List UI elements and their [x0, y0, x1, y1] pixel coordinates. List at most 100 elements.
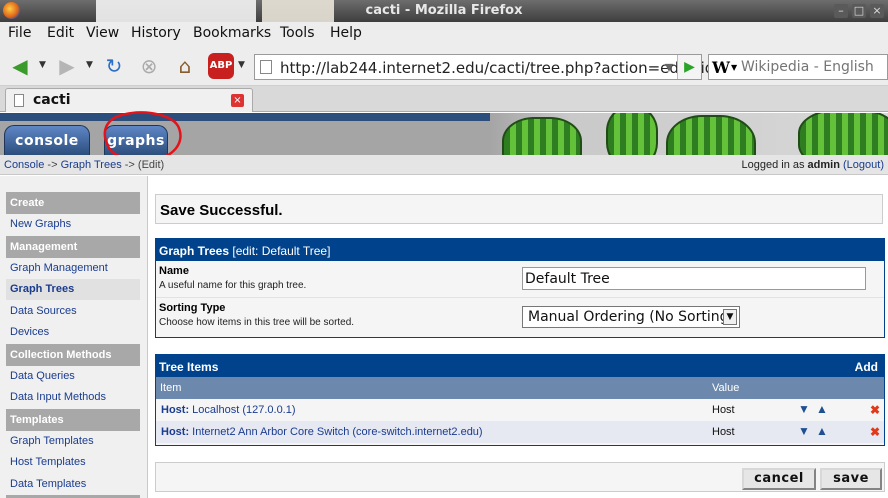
sorting-row: Sorting Type Choose how items in this tr…: [156, 298, 884, 335]
forward-icon[interactable]: ▶: [54, 53, 80, 79]
sidebar-heading: Templates: [6, 408, 140, 431]
form-title: Graph Trees: [159, 244, 230, 258]
sidebar-item-data-templates[interactable]: Data Templates: [6, 474, 140, 495]
menu-view[interactable]: View: [86, 25, 119, 41]
sorting-label: Sorting Type: [159, 302, 226, 314]
tab-cacti[interactable]: cacti ×: [5, 88, 253, 112]
title-bar: cacti - Mozilla Firefox – □ ×: [0, 0, 888, 22]
status-message-box: Save Successful.: [155, 194, 883, 224]
cactus-graphic: [666, 115, 756, 155]
sorting-type-value: Manual Ordering (No Sorting): [528, 309, 734, 325]
move-down-icon[interactable]: ▼: [798, 425, 810, 437]
breadcrumb-separator: ->: [44, 159, 61, 171]
sidebar-heading: Create: [6, 192, 140, 214]
cacti-header: console graphs: [0, 113, 888, 155]
adblock-icon[interactable]: ABP: [208, 53, 234, 79]
tree-item-link[interactable]: Host: Internet2 Ann Arbor Core Switch (c…: [161, 426, 483, 438]
tree-item-value: Host: [712, 404, 735, 416]
sidebar-item-graph-templates[interactable]: Graph Templates: [6, 431, 140, 452]
sidebar-item-devices[interactable]: Devices: [6, 322, 140, 343]
bookmark-star-icon[interactable]: ▾: [665, 57, 673, 76]
cacti-banner: [490, 113, 888, 155]
tree-items-box: Tree Items Add Item Value Host: Localhos…: [155, 354, 885, 446]
tab-graphs[interactable]: graphs: [104, 125, 168, 155]
move-up-icon[interactable]: ▲: [816, 425, 828, 437]
forward-dropdown-icon[interactable]: ▼: [86, 60, 93, 70]
form-actions: cancel save: [155, 462, 885, 492]
tree-items-header: Tree Items Add: [156, 355, 884, 377]
tree-items-title: Tree Items: [159, 360, 219, 374]
firefox-window: cacti - Mozilla Firefox – □ × File Edit …: [0, 0, 888, 498]
delete-icon[interactable]: ✖: [870, 403, 880, 417]
sidebar-menu: Create New Graphs Management Graph Manageme…: [0, 176, 148, 498]
breadcrumb-current: -> (Edit): [121, 159, 165, 171]
tree-item-value: Host: [712, 426, 735, 438]
home-icon[interactable]: ⌂: [172, 53, 198, 79]
stop-icon[interactable]: ⊗: [136, 53, 162, 79]
menu-file[interactable]: File: [8, 25, 31, 41]
menu-bookmarks[interactable]: Bookmarks: [193, 25, 271, 41]
cactus-graphic: [606, 113, 658, 155]
search-engine-dropdown-icon[interactable]: ▼: [731, 63, 737, 72]
name-row: Name A useful name for this graph tree.: [156, 261, 884, 298]
move-down-icon[interactable]: ▼: [798, 403, 810, 415]
menu-edit[interactable]: Edit: [47, 25, 74, 41]
url-bar[interactable]: http://lab244.internet2.edu/cacti/tree.p…: [254, 54, 714, 80]
name-label: Name: [159, 265, 189, 277]
column-item: Item: [160, 382, 182, 394]
sidebar-item-graph-trees[interactable]: Graph Trees: [6, 279, 140, 300]
breadcrumb-graph-trees[interactable]: Graph Trees: [61, 159, 122, 171]
back-icon[interactable]: ◀: [7, 53, 33, 79]
minimize-icon[interactable]: –: [834, 4, 848, 18]
cancel-button[interactable]: cancel: [742, 468, 816, 490]
search-bar[interactable]: W ▼: [708, 54, 888, 80]
form-header: Graph Trees [edit: Default Tree]: [156, 239, 884, 261]
move-up-icon[interactable]: ▲: [816, 403, 828, 415]
login-prefix: Logged in as: [741, 159, 808, 171]
window-title: cacti - Mozilla Firefox: [365, 3, 523, 18]
adblock-dropdown-icon[interactable]: ▼: [238, 60, 245, 70]
search-input[interactable]: [741, 58, 886, 76]
chevron-down-icon[interactable]: ▼: [723, 309, 737, 325]
logout-link[interactable]: (Logout): [843, 159, 884, 171]
sidebar-item-host-templates[interactable]: Host Templates: [6, 452, 140, 473]
go-icon[interactable]: ▶: [677, 55, 701, 79]
reload-icon[interactable]: ↻: [101, 53, 127, 79]
menu-help[interactable]: Help: [330, 25, 362, 41]
cactus-graphic: [502, 117, 582, 155]
menu-history[interactable]: History: [131, 25, 181, 41]
sorting-type-select[interactable]: Manual Ordering (No Sorting) ▼: [522, 306, 740, 328]
tree-name-input[interactable]: [522, 267, 866, 290]
graph-tree-form: Graph Trees [edit: Default Tree] Name A …: [155, 238, 885, 338]
page-icon: [260, 60, 272, 74]
close-window-icon[interactable]: ×: [870, 4, 884, 18]
column-value: Value: [712, 382, 740, 394]
navigation-toolbar: ◀ ▼ ▶ ▼ ↻ ⊗ ⌂ ABP ▼ http://lab244.intern…: [0, 46, 888, 86]
tree-items-column-header: Item Value: [156, 377, 884, 399]
sidebar-item-data-input-methods[interactable]: Data Input Methods: [6, 387, 140, 408]
add-tree-item-link[interactable]: Add: [855, 360, 878, 374]
sidebar-item-graph-management[interactable]: Graph Management: [6, 258, 140, 279]
menu-bar: File Edit View History Bookmarks Tools H…: [0, 22, 888, 46]
name-description: A useful name for this graph tree.: [159, 280, 307, 291]
tab-close-icon[interactable]: ×: [231, 94, 244, 107]
breadcrumb-console[interactable]: Console: [4, 159, 44, 171]
tab-strip: cacti ×: [0, 86, 888, 112]
back-dropdown-icon[interactable]: ▼: [39, 60, 46, 70]
tab-console[interactable]: console: [4, 125, 90, 155]
tree-item-link[interactable]: Host: Localhost (127.0.0.1): [161, 404, 296, 416]
save-button[interactable]: save: [820, 468, 882, 490]
url-text[interactable]: http://lab244.internet2.edu/cacti/tree.p…: [280, 59, 714, 77]
sidebar-item-data-sources[interactable]: Data Sources: [6, 301, 140, 322]
page-icon: [14, 94, 24, 107]
maximize-icon[interactable]: □: [852, 4, 866, 18]
table-row: Host: Internet2 Ann Arbor Core Switch (c…: [156, 421, 884, 443]
status-message: Save Successful.: [160, 202, 283, 219]
form-subtitle: [edit: Default Tree]: [232, 244, 331, 258]
sidebar-item-new-graphs[interactable]: New Graphs: [6, 214, 140, 235]
delete-icon[interactable]: ✖: [870, 425, 880, 439]
sidebar-item-data-queries[interactable]: Data Queries: [6, 366, 140, 387]
menu-tools[interactable]: Tools: [280, 25, 315, 41]
wikipedia-icon[interactable]: W: [712, 58, 730, 77]
cactus-graphic: [798, 113, 888, 155]
